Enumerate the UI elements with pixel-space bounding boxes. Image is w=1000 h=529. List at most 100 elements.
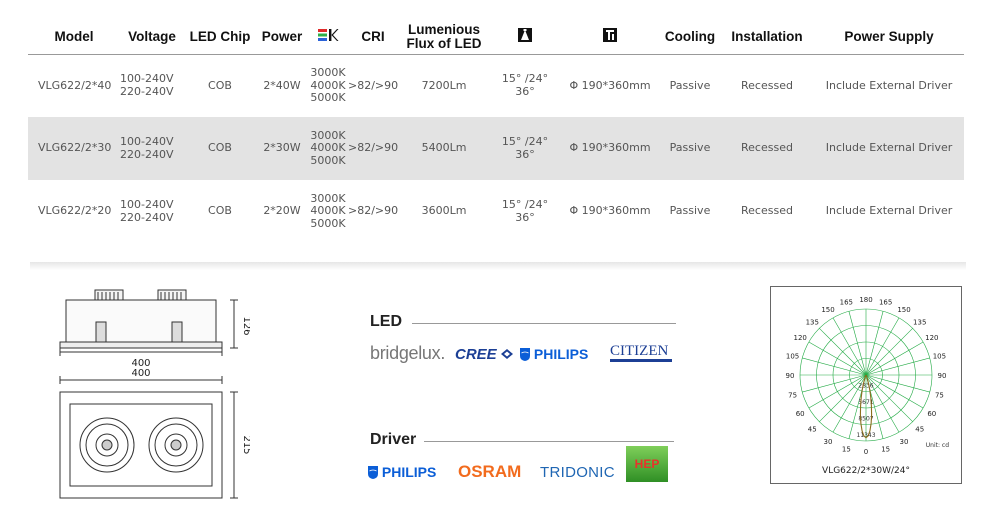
cell-chip: COB: [208, 78, 232, 92]
cree-logo: CREE: [455, 346, 513, 363]
bridgelux-logo: bridgelux.: [370, 343, 446, 363]
driver-brands-line: [424, 441, 674, 442]
led-brands-label: LED: [370, 313, 402, 330]
dim-width-bottom: 400: [131, 368, 150, 379]
header-model: Model: [28, 20, 120, 55]
hep-logo: HEP: [626, 446, 668, 482]
polar-spoke: [865, 374, 930, 393]
cell-installation: Recessed: [741, 204, 793, 218]
header-flux-line1: Lumenious: [407, 21, 480, 37]
polar-angle-label: 15: [842, 445, 851, 453]
polar-angle-label: 105: [786, 352, 799, 360]
polar-angle-label: 165: [840, 299, 853, 307]
table-row: VLG622/2*30 100-240V 220-240V COB 2*30W 3…: [28, 117, 964, 180]
header-dimensions: [560, 20, 660, 55]
table-row: VLG622/2*20 100-240V 220-240V COB 2*20W 3…: [28, 180, 964, 243]
cell-angle: 15° /24° 36°: [490, 117, 560, 180]
polar-angle-label: 105: [933, 352, 946, 360]
cell-flux: 7200Lm: [421, 78, 467, 92]
cell-size: Φ 190*360mm: [569, 78, 651, 92]
cell-cct: 3000K 4000K 5000K: [308, 117, 348, 180]
beam-angle-icon: [518, 28, 532, 45]
driver-brands-label: Driver: [370, 431, 417, 448]
polar-angle-label: 30: [900, 438, 909, 446]
cell-model: VLG622/2*40: [38, 78, 112, 92]
dim-depth: 215: [241, 435, 250, 454]
cell-cct: 3000K 4000K 5000K: [310, 66, 346, 104]
polar-caption: VLG622/2*30W/24°: [822, 466, 910, 476]
cell-flux: 5400Lm: [398, 117, 490, 180]
cell-power: 2*40W: [263, 78, 301, 92]
cell-chip: COB: [184, 117, 256, 180]
philips-shield-icon: [520, 348, 530, 364]
header-power: Power: [256, 20, 308, 55]
cell-power: 2*20W: [263, 204, 301, 218]
cell-cct: 3000K 4000K 5000K: [310, 191, 346, 230]
cell-angle: 15° /24° 36°: [501, 72, 549, 98]
cell-cooling: Passive: [669, 78, 711, 92]
dim-height: 126: [241, 316, 250, 335]
polar-angle-label: 60: [927, 410, 936, 418]
cell-power: 2*30W: [256, 117, 308, 180]
polar-angle-label: 45: [808, 426, 817, 434]
polar-spoke: [865, 341, 924, 376]
cell-supply: Include External Driver: [825, 78, 953, 92]
tridonic-logo: TRIDONIC: [540, 464, 615, 481]
polar-spoke: [865, 328, 913, 376]
polar-angle-label: 135: [913, 318, 926, 326]
polar-angle-label: 150: [821, 306, 834, 314]
polar-spoke: [832, 317, 867, 376]
technical-drawing: 400 400 126 215: [59, 289, 250, 499]
color-temperature-icon: [317, 29, 339, 45]
osram-logo: OSRAM: [458, 462, 522, 481]
polar-diagram: 180165 165150 150135 135120 120105 10590 9075 7…: [786, 296, 950, 456]
dimensions-icon: [603, 28, 617, 45]
polar-spoke: [808, 341, 867, 376]
header-installation: Installation: [720, 20, 814, 55]
cell-voltage: 100-240V 220-240V: [120, 198, 174, 224]
polar-angle-label: 120: [925, 334, 938, 342]
table-row: VLG622/2*40 100-240V 220-240V COB 2*40W 3…: [28, 54, 964, 117]
cell-voltage: 100-240V 220-240V: [120, 72, 174, 98]
header-flux: Lumenious Flux of LED: [398, 20, 490, 55]
polar-angle-label: 15: [881, 445, 890, 453]
polar-angle-label: 90: [786, 372, 795, 380]
polar-spoke: [865, 374, 924, 409]
polar-spoke: [865, 357, 930, 376]
polar-angle-label: 60: [796, 410, 805, 418]
cell-supply: Include External Driver: [825, 204, 953, 218]
polar-unit-label: Unit: cd: [926, 442, 949, 449]
cell-size: Φ 190*360mm: [569, 204, 651, 218]
header-flux-line2: Flux of LED: [406, 35, 482, 51]
header-cooling: Cooling: [660, 20, 720, 55]
cell-cri: >82/>90: [348, 117, 398, 180]
cree-arrow-icon: [500, 346, 513, 363]
philips-driver-logo: PHILIPS: [368, 464, 436, 482]
led-brands-line: [412, 323, 676, 324]
polar-spoke: [865, 311, 884, 376]
polar-angle-label: 165: [879, 299, 892, 307]
cell-voltage: 100-240V 220-240V: [120, 117, 184, 180]
polar-spoke: [802, 374, 867, 393]
header-cri: CRI: [348, 20, 398, 55]
cell-flux: 3600Lm: [421, 204, 467, 218]
polar-angle-label: 75: [788, 392, 797, 400]
polar-spoke: [865, 317, 900, 376]
cell-cooling: Passive: [669, 204, 711, 218]
cell-cri: >82/>90: [348, 78, 399, 92]
polar-angle-label: 75: [935, 392, 944, 400]
polar-angle-label: 30: [824, 438, 833, 446]
header-row: Model Voltage LED Chip Power CRI Lumenio…: [28, 20, 964, 55]
polar-spoke: [802, 357, 867, 376]
header-cct: [308, 20, 348, 55]
cell-installation: Recessed: [741, 78, 793, 92]
cell-angle: 15° /24° 36°: [501, 198, 549, 224]
citizen-logo: CITIZEN: [610, 343, 672, 362]
cell-model: VLG622/2*30: [28, 117, 120, 180]
cell-chip: COB: [208, 204, 232, 218]
polar-spoke: [819, 328, 867, 376]
polar-angle-label: 135: [806, 318, 819, 326]
cell-size: Φ 190*360mm: [560, 117, 660, 180]
header-beam-angle: [490, 20, 560, 55]
polar-diagram-frame: 180 165 165 150 150 135 135 120 120 105 105 90 90 75 7…: [770, 286, 962, 484]
